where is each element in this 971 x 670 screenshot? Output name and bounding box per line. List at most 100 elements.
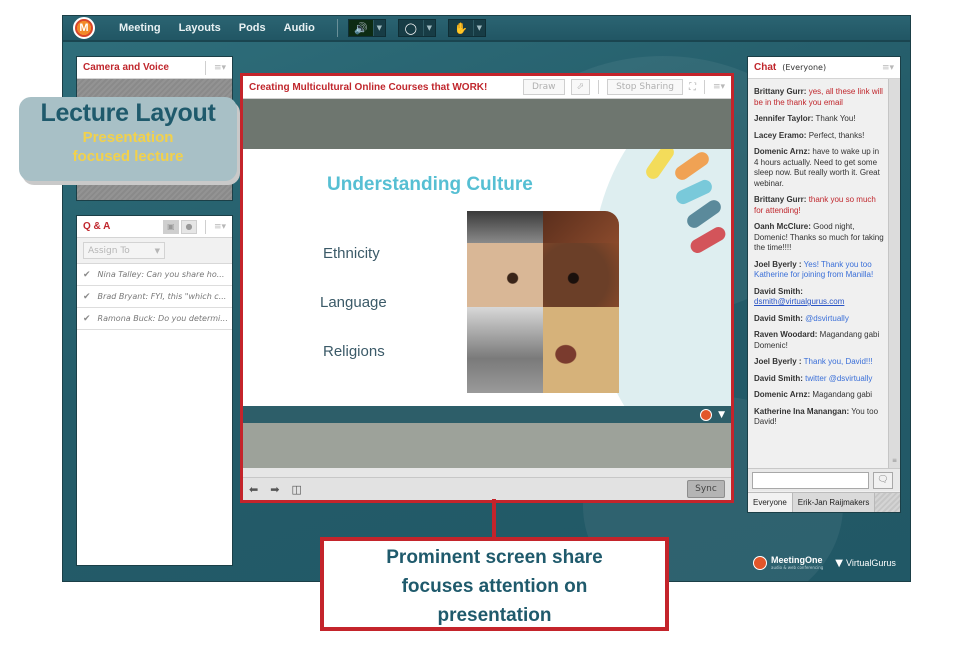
arrow-right-icon[interactable]: ➡ [270, 483, 279, 496]
raise-hand-icon[interactable]: ✋ [449, 20, 473, 36]
divider [598, 80, 600, 94]
chat-message: Jennifer Taylor: Thank You! [754, 114, 885, 125]
draw-button[interactable]: Draw [523, 79, 565, 95]
speaker-icon[interactable]: 🔊 [348, 20, 373, 36]
chat-tab-private[interactable]: Erik-Jan Raijmakers [792, 493, 876, 512]
pod-options-menu-icon[interactable]: ≡▾ [214, 63, 226, 73]
chat-message-link[interactable]: dsmith@virtualgurus.com [754, 297, 844, 306]
scrollbar-grip-icon[interactable]: ≡ [892, 457, 897, 464]
chat-message: Brittany Gurr: yes, all these link will … [754, 87, 885, 108]
image-tile [467, 211, 543, 243]
lecture-layout-callout: Lecture Layout Presentation focused lect… [19, 97, 237, 181]
meetingone-brand: MeetingOne audio & web conferencing [771, 555, 824, 571]
raise-hand-button[interactable]: ✋ ▼ [447, 19, 486, 37]
slide-bullet: Religions [323, 343, 385, 360]
chat-message-text: Thank You! [815, 114, 856, 123]
qa-question-item[interactable]: ✔ Brad Bryant: FYI, this "which c... [77, 286, 232, 308]
slide-title: Understanding Culture [327, 174, 533, 195]
meetingone-logo-icon [700, 408, 713, 421]
chat-sender: Domenic Arnz: [754, 147, 811, 156]
participant-view-icon[interactable]: ● [180, 219, 197, 234]
share-controls-bar: ⬅ ➡ ◫ Sync [243, 477, 731, 500]
toolbar-divider [336, 19, 338, 37]
virtualgurus-logo-icon: ▼ [835, 557, 843, 569]
speaker-button[interactable]: 🔊 ▼ [347, 19, 386, 37]
qa-question-item[interactable]: ✔ Nina Talley: Can you share ho... [77, 264, 232, 286]
menu-audio[interactable]: Audio [284, 22, 315, 34]
meetingone-tagline: audio & web conferencing [771, 565, 824, 570]
send-message-button[interactable]: 🗨 [873, 471, 893, 489]
callout-subtext: Presentation [82, 129, 174, 146]
chat-pod: Chat (Everyone) ≡▾ Brittany Gurr: yes, a… [747, 56, 901, 513]
qa-question-text: Nina Talley: Can you share ho... [97, 270, 225, 279]
sidebar-toggle-icon[interactable]: ◫ [291, 483, 301, 496]
chat-message: Raven Woodard: Magandang gabi Domenic! [754, 330, 885, 351]
host-view-icon[interactable]: ▣ [162, 219, 179, 234]
chat-sender: Jennifer Taylor: [754, 114, 814, 123]
divider [703, 80, 705, 94]
pod-options-menu-icon[interactable]: ≡▾ [713, 82, 725, 92]
chat-message: Domenic Arnz: have to wake up in 4 hours… [754, 147, 885, 189]
pointer-icon: ⬀ [576, 82, 585, 92]
arrow-left-icon[interactable]: ⬅ [249, 483, 258, 496]
chat-sender: Lacey Eramo: [754, 130, 807, 140]
speech-bubble-icon: 🗨 [877, 475, 889, 485]
chevron-down-icon[interactable]: ▼ [372, 20, 385, 36]
webcam-icon[interactable]: ◯ [399, 20, 423, 36]
fullscreen-icon[interactable]: ⛶ [689, 82, 696, 93]
menu-pods[interactable]: Pods [239, 22, 266, 34]
chat-tab-everyone[interactable]: Everyone [748, 493, 793, 512]
chat-sender: Raven Woodard: [754, 330, 818, 339]
chevron-down-icon: ▼ [154, 246, 160, 255]
chat-sender: Joel Byerly : [754, 357, 802, 366]
chat-sender: Katherine Ina Manangan: [754, 406, 850, 416]
top-menu-bar: M Meeting Layouts Pods Audio 🔊 ▼ ◯ ▼ ✋ ▼ [63, 16, 910, 42]
meetingone-logo-icon [753, 556, 767, 570]
qa-question-item[interactable]: ✔ Ramona Buck: Do you determi... [77, 308, 232, 330]
pod-options-menu-icon[interactable]: ≡▾ [214, 222, 226, 232]
pod-title: Chat [754, 62, 777, 73]
chat-audience-label: (Everyone) [782, 63, 827, 72]
image-tile [543, 211, 619, 243]
chat-message: Joel Byerly : Thank you, David!!! [754, 357, 885, 368]
callout-text-line: Prominent screen share [386, 547, 603, 568]
pod-header: Q & A ▣ ● ≡▾ [77, 216, 232, 238]
qa-pod: Q & A ▣ ● ≡▾ Assign To ▼ ✔ Nina Talley: … [76, 215, 233, 566]
chat-sender: David Smith: [754, 286, 803, 296]
sync-button[interactable]: Sync [687, 480, 725, 498]
chat-sender: Oanh McClure: [754, 222, 811, 231]
pod-header: Chat (Everyone) ≡▾ [748, 57, 900, 79]
check-icon: ✔ [83, 269, 91, 280]
qa-question-text: Ramona Buck: Do you determi... [97, 314, 228, 323]
chat-message-input[interactable] [752, 471, 869, 489]
webcam-button[interactable]: ◯ ▼ [397, 19, 436, 37]
chat-sender: Domenic Arnz: [754, 390, 811, 399]
chevron-down-icon[interactable]: ▼ [472, 20, 485, 36]
chat-message-text: Thank you, David!!! [803, 357, 873, 366]
stop-sharing-button[interactable]: Stop Sharing [607, 79, 683, 95]
slide-bullet: Ethnicity [323, 245, 380, 262]
chat-sender: David Smith: [754, 313, 803, 323]
meetingone-name: MeetingOne [771, 555, 823, 565]
menu-layouts[interactable]: Layouts [179, 22, 221, 34]
divider [204, 219, 206, 234]
pod-options-menu-icon[interactable]: ≡▾ [882, 63, 894, 73]
chat-message-text: twitter @dsvirtually [805, 373, 873, 383]
presentation-slide: Understanding Culture Ethnicity Language… [243, 149, 731, 406]
pod-header: Camera and Voice ≡▾ [77, 57, 232, 79]
chat-sender: David Smith: [754, 373, 803, 383]
chat-message: David Smith: @dsvirtually [754, 314, 885, 325]
assign-to-select[interactable]: Assign To ▼ [83, 242, 165, 259]
pointer-tool-button[interactable]: ⬀ [570, 79, 591, 95]
menu-meeting[interactable]: Meeting [119, 22, 161, 34]
chat-scrollbar[interactable]: ≡ [888, 79, 900, 468]
virtualgurus-name: VirtualGurus [845, 558, 896, 568]
chat-message: Katherine Ina Manangan: You too David! [754, 407, 885, 428]
shared-screen-area: Understanding Culture Ethnicity Language… [243, 99, 731, 468]
chevron-down-icon[interactable]: ▼ [422, 20, 435, 36]
pod-title: Q & A [83, 221, 111, 232]
image-tile [467, 243, 543, 307]
qa-view-toggle: ▣ ● [161, 219, 197, 234]
slide-bullet: Language [320, 294, 387, 311]
pod-title: Camera and Voice [83, 62, 169, 73]
